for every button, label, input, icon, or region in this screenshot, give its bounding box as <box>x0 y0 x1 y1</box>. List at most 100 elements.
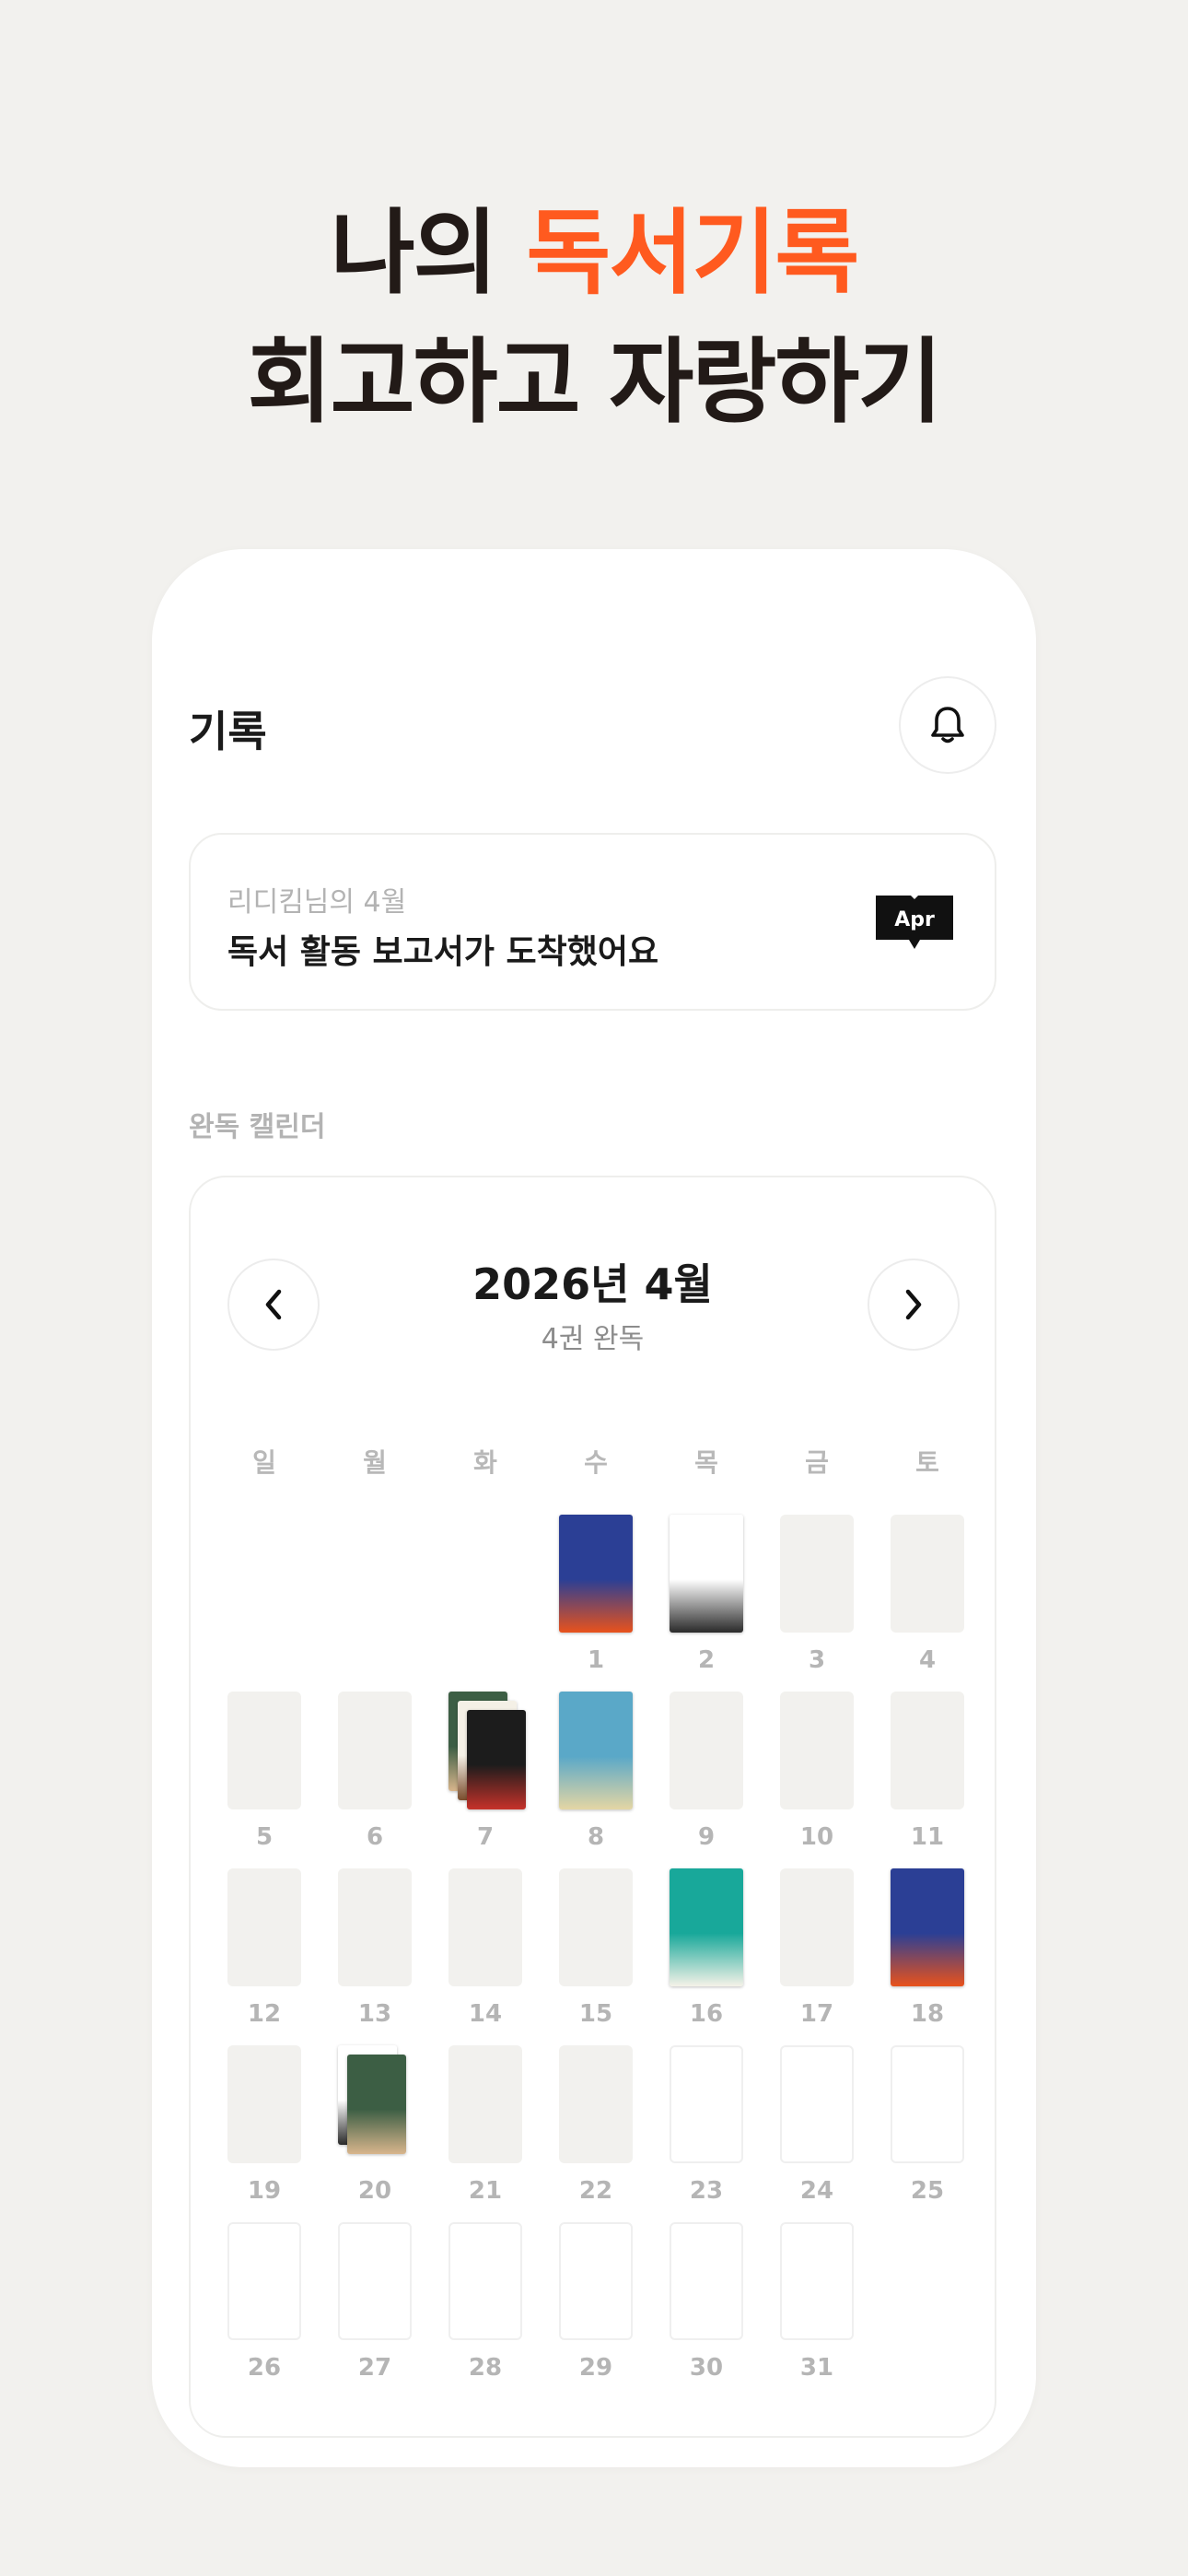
empty-day-slot <box>891 1515 964 1633</box>
apr-book-badge-icon: Apr <box>876 896 953 949</box>
empty-day-slot <box>227 1692 301 1809</box>
empty-day-slot <box>780 2222 854 2340</box>
book-cover[interactable] <box>670 1515 743 1633</box>
calendar-day[interactable]: 7 <box>448 1692 526 1851</box>
day-number: 10 <box>799 1823 834 1851</box>
day-number: 3 <box>808 1646 826 1674</box>
calendar-day[interactable]: 1 <box>559 1515 633 1674</box>
empty-day-slot <box>559 2222 633 2340</box>
report-banner[interactable]: 리디킴님의 4월 독서 활동 보고서가 도착했어요 Apr <box>189 833 996 1011</box>
calendar-day[interactable]: 13 <box>338 1868 412 2028</box>
calendar-day[interactable]: 12 <box>227 1868 301 2028</box>
day-number: 13 <box>357 2000 392 2028</box>
day-number: 22 <box>578 2177 613 2205</box>
book-cover[interactable] <box>559 1692 633 1809</box>
calendar-day[interactable]: 11 <box>891 1692 964 1851</box>
calendar-day[interactable]: 20 <box>338 2045 412 2205</box>
report-subtitle: 리디킴님의 4월 <box>227 886 407 919</box>
empty-day-slot <box>670 1692 743 1809</box>
empty-day-slot <box>227 2045 301 2163</box>
weekday-sat: 토 <box>915 1447 939 1478</box>
hero-line-1: 나의 독서기록 <box>0 189 1188 318</box>
book-cover[interactable] <box>670 1868 743 1986</box>
calendar-day[interactable]: 10 <box>780 1692 854 1851</box>
calendar-day[interactable]: 3 <box>780 1515 854 1674</box>
day-number: 30 <box>689 2354 724 2382</box>
book-cover[interactable] <box>891 1868 964 1986</box>
empty-day-slot <box>448 2045 522 2163</box>
day-number: 31 <box>799 2354 834 2382</box>
day-number: 5 <box>255 1823 274 1851</box>
day-number: 1 <box>587 1646 605 1674</box>
calendar-day[interactable]: 23 <box>670 2045 743 2205</box>
calendar-day[interactable]: 31 <box>780 2222 854 2382</box>
day-number: 29 <box>578 2354 613 2382</box>
completion-calendar: 2026년 4월 4권 완독 일 월 화 수 목 금 토 1 2 3 4 5 6 7 8 9 10… <box>189 1176 996 2438</box>
day-number: 2 <box>697 1646 716 1674</box>
calendar-section-label: 완독 캘린더 <box>189 1111 326 1143</box>
calendar-day[interactable]: 24 <box>780 2045 854 2205</box>
next-month-button[interactable] <box>868 1259 960 1351</box>
notification-button[interactable] <box>899 676 996 774</box>
day-number: 7 <box>476 1823 495 1851</box>
calendar-day[interactable]: 28 <box>448 2222 522 2382</box>
day-number: 15 <box>578 2000 613 2028</box>
calendar-day[interactable]: 15 <box>559 1868 633 2028</box>
empty-day-slot <box>670 2045 743 2163</box>
calendar-day[interactable]: 5 <box>227 1692 301 1851</box>
day-number: 27 <box>357 2354 392 2382</box>
empty-day-slot <box>227 1868 301 1986</box>
calendar-day[interactable]: 22 <box>559 2045 633 2205</box>
hero-line-2: 회고하고 자랑하기 <box>247 328 943 436</box>
day-number: 20 <box>357 2177 392 2205</box>
day-number: 9 <box>697 1823 716 1851</box>
empty-day-slot <box>338 1868 412 1986</box>
empty-day-slot <box>338 2222 412 2340</box>
calendar-day[interactable]: 14 <box>448 1868 522 2028</box>
hero-line-1-accent: 독서기록 <box>526 199 859 307</box>
day-number: 26 <box>247 2354 282 2382</box>
calendar-day[interactable]: 30 <box>670 2222 743 2382</box>
calendar-day[interactable]: 27 <box>338 2222 412 2382</box>
empty-day-slot <box>559 1868 633 1986</box>
calendar-day[interactable]: 25 <box>891 2045 964 2205</box>
day-number: 19 <box>247 2177 282 2205</box>
day-number: 23 <box>689 2177 724 2205</box>
weekday-wed: 수 <box>584 1447 608 1478</box>
empty-day-slot <box>227 2222 301 2340</box>
calendar-day[interactable]: 21 <box>448 2045 522 2205</box>
calendar-day[interactable]: 17 <box>780 1868 854 2028</box>
weekday-sun: 일 <box>252 1447 276 1478</box>
day-number: 21 <box>468 2177 503 2205</box>
day-number: 16 <box>689 2000 724 2028</box>
book-cover[interactable] <box>559 1515 633 1633</box>
calendar-day[interactable]: 26 <box>227 2222 301 2382</box>
day-number: 24 <box>799 2177 834 2205</box>
day-number: 17 <box>799 2000 834 2028</box>
day-number: 28 <box>468 2354 503 2382</box>
calendar-day[interactable]: 6 <box>338 1692 412 1851</box>
day-number: 14 <box>468 2000 503 2028</box>
empty-day-slot <box>780 1515 854 1633</box>
day-number: 8 <box>587 1823 605 1851</box>
book-cover[interactable] <box>347 2055 406 2154</box>
calendar-day[interactable]: 9 <box>670 1692 743 1851</box>
weekday-header: 일 월 화 수 목 금 토 <box>227 1443 965 1480</box>
calendar-day[interactable]: 4 <box>891 1515 964 1674</box>
weekday-thu: 목 <box>694 1447 718 1478</box>
calendar-day[interactable]: 2 <box>670 1515 743 1674</box>
calendar-day[interactable]: 8 <box>559 1692 633 1851</box>
report-message: 독서 활동 보고서가 도착했어요 <box>227 933 659 971</box>
empty-day-slot <box>891 1692 964 1809</box>
day-number: 4 <box>918 1646 937 1674</box>
day-number: 18 <box>910 2000 945 2028</box>
book-cover[interactable] <box>467 1710 526 1809</box>
empty-day-slot <box>448 1868 522 1986</box>
day-number: 6 <box>366 1823 384 1851</box>
calendar-day[interactable]: 19 <box>227 2045 301 2205</box>
calendar-day[interactable]: 29 <box>559 2222 633 2382</box>
calendar-day[interactable]: 16 <box>670 1868 743 2028</box>
calendar-day[interactable]: 18 <box>891 1868 964 2028</box>
empty-day-slot <box>891 2045 964 2163</box>
hero-line-1-plain: 나의 <box>330 199 527 307</box>
